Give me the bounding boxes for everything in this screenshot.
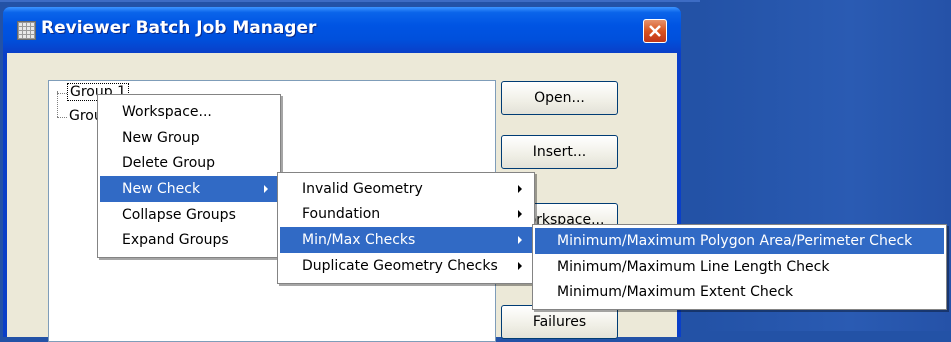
open-button[interactable]: Open... [501,81,618,115]
min-max-submenu: Minimum/Maximum Polygon Area/Perimeter C… [532,224,947,310]
menu-item-expand-groups[interactable]: Expand Groups [100,227,278,253]
group-context-menu: Workspace... New Group Delete Group New … [97,94,281,258]
menu-item-line-length-check[interactable]: Minimum/Maximum Line Length Check [535,254,944,280]
insert-button[interactable]: Insert... [501,135,618,169]
menu-item-polygon-area-perimeter-check[interactable]: Minimum/Maximum Polygon Area/Perimeter C… [535,228,944,254]
menu-item-foundation[interactable]: Foundation [280,201,532,227]
menu-item-new-check[interactable]: New Check [100,176,278,202]
menu-item-new-group[interactable]: New Group [100,125,278,151]
menu-item-workspace[interactable]: Workspace... [100,99,278,125]
menu-item-duplicate-geometry-checks[interactable]: Duplicate Geometry Checks [280,253,532,279]
title-bar[interactable]: Reviewer Batch Job Manager [3,7,681,53]
menu-item-extent-check[interactable]: Minimum/Maximum Extent Check [535,279,944,305]
menu-item-invalid-geometry[interactable]: Invalid Geometry [280,176,532,202]
menu-item-label: Invalid Geometry [302,181,423,197]
submenu-arrow-icon [518,262,522,270]
menu-item-delete-group[interactable]: Delete Group [100,150,278,176]
window-title: Reviewer Batch Job Manager [41,18,317,38]
window-app-icon [17,21,36,40]
tree-connector [57,117,67,118]
menu-item-label: Delete Group [122,155,216,171]
menu-item-label: Expand Groups [122,232,229,248]
close-icon [649,25,661,37]
menu-item-label: Duplicate Geometry Checks [302,258,498,274]
close-button[interactable] [643,19,667,43]
failures-button[interactable]: Failures [501,305,618,339]
menu-item-min-max-checks[interactable]: Min/Max Checks [280,227,532,253]
submenu-arrow-icon [518,185,522,193]
submenu-arrow-icon [264,185,268,193]
menu-item-label: Min/Max Checks [302,232,416,248]
new-check-submenu: Invalid Geometry Foundation Min/Max Chec… [277,172,535,284]
tree-connector [57,93,67,94]
menu-item-label: Foundation [302,206,381,222]
menu-item-label: Workspace... [122,104,212,120]
menu-item-collapse-groups[interactable]: Collapse Groups [100,202,278,228]
menu-item-label: Minimum/Maximum Line Length Check [557,259,830,275]
menu-item-label: Collapse Groups [122,207,236,223]
submenu-arrow-icon [518,210,522,218]
menu-item-label: New Check [122,181,201,197]
menu-item-label: Minimum/Maximum Extent Check [557,284,794,300]
menu-item-label: New Group [122,130,200,146]
tree-connector [57,91,58,117]
menu-item-label: Minimum/Maximum Polygon Area/Perimeter C… [557,233,913,249]
submenu-arrow-icon [518,236,522,244]
